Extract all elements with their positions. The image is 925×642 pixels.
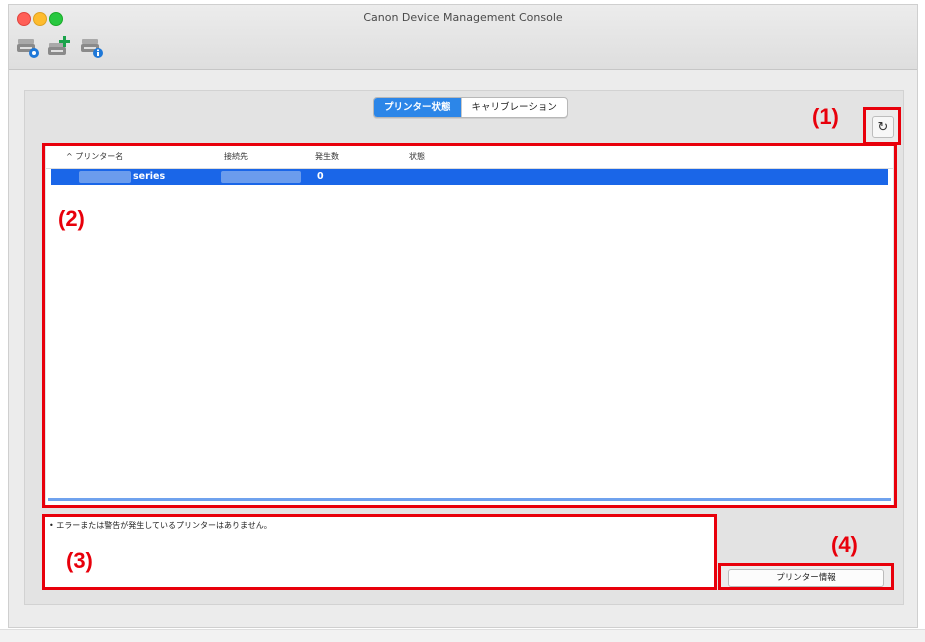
printer-settings-button[interactable]: [15, 33, 43, 61]
tab-calibration[interactable]: キャリブレーション: [460, 98, 567, 117]
table-focus-ring: [48, 498, 891, 501]
annotation-1: (1): [812, 104, 839, 129]
status-message-area: • エラーまたは警告が発生しているプリンターはありません。: [42, 514, 717, 590]
refresh-button[interactable]: ↻: [872, 116, 894, 138]
column-header-status[interactable]: 状態: [409, 151, 425, 162]
printer-name-cell: series: [133, 171, 166, 182]
column-header-connection[interactable]: 接続先: [224, 151, 248, 162]
printer-info-button-frame: プリンター情報: [718, 563, 894, 590]
printer-settings-icon: [17, 39, 39, 58]
annotation-4: (4): [831, 532, 858, 557]
printer-info-icon: [81, 39, 103, 58]
title-bar: Canon Device Management Console: [9, 5, 917, 70]
add-printer-icon: [48, 36, 70, 55]
column-header-count[interactable]: 発生数: [315, 151, 339, 162]
column-header-printer-name[interactable]: ^ プリンター名: [66, 151, 123, 162]
table-header: ^ プリンター名 接続先 発生数 状態: [46, 146, 893, 169]
redacted-printer-name: [79, 171, 131, 183]
printer-info-button[interactable]: プリンター情報: [728, 569, 884, 587]
annotation-3: (3): [66, 548, 93, 573]
annotation-2: (2): [58, 206, 85, 231]
count-cell: 0: [317, 171, 324, 182]
tab-printer-status[interactable]: プリンター状態: [374, 98, 461, 117]
status-message: • エラーまたは警告が発生しているプリンターはありません。: [49, 521, 272, 530]
table-row[interactable]: series 0: [51, 169, 888, 185]
redacted-connection: [221, 171, 301, 183]
refresh-button-frame: ↻: [863, 107, 901, 145]
printer-table: ^ プリンター名 接続先 発生数 状態 series 0: [46, 146, 893, 505]
refresh-icon: ↻: [877, 119, 889, 135]
view-tabs: プリンター状態 キャリブレーション: [373, 97, 568, 118]
window-title: Canon Device Management Console: [363, 11, 563, 24]
bottom-edge: [0, 629, 925, 642]
printer-info-toolbar-button[interactable]: [79, 33, 107, 61]
add-printer-button[interactable]: [46, 33, 74, 61]
